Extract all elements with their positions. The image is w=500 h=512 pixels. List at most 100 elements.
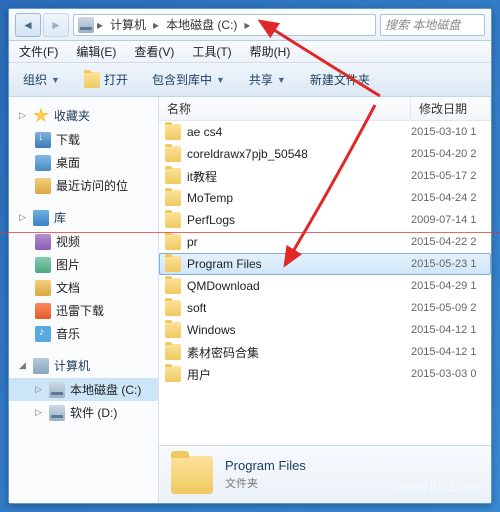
- search-input[interactable]: 搜索 本地磁盘: [380, 14, 485, 36]
- file-date: 2015-04-24 2: [411, 192, 485, 204]
- share-button[interactable]: 共享▼: [243, 68, 292, 91]
- chevron-right-icon: ▸: [152, 18, 160, 32]
- details-type: 文件夹: [225, 475, 306, 491]
- folder-icon: [165, 124, 181, 140]
- file-date: 2015-05-09 2: [411, 302, 485, 314]
- organize-button[interactable]: 组织▼: [17, 68, 66, 91]
- new-folder-button[interactable]: 新建文件夹: [304, 68, 376, 91]
- column-date[interactable]: 修改日期: [411, 97, 491, 120]
- file-row[interactable]: 用户 2015-03-03 0: [159, 363, 491, 385]
- sidebar-item-pictures[interactable]: 图片: [9, 253, 158, 276]
- include-library-button[interactable]: 包含到库中▼: [146, 68, 231, 91]
- file-row[interactable]: PerfLogs 2009-07-14 1: [159, 209, 491, 231]
- sidebar-libraries-header[interactable]: ▷库: [9, 205, 158, 230]
- sidebar: ▷收藏夹 下载 桌面 最近访问的位 ▷库 视频 图片 文档 迅雷下载 音乐 ◢计…: [9, 97, 159, 503]
- nav-forward-button[interactable]: ►: [43, 13, 69, 37]
- folder-icon: [165, 300, 181, 316]
- file-date: 2015-04-12 1: [411, 324, 485, 336]
- menu-file[interactable]: 文件(F): [15, 41, 62, 62]
- file-name: coreldrawx7pjb_50548: [187, 147, 308, 161]
- file-name: Windows: [187, 323, 236, 337]
- drive-icon: [78, 17, 94, 33]
- file-name: PerfLogs: [187, 213, 235, 227]
- drive-icon: [49, 382, 65, 398]
- sidebar-computer-header[interactable]: ◢计算机: [9, 353, 158, 378]
- file-row[interactable]: it教程 2015-05-17 2: [159, 165, 491, 187]
- menu-bar: 文件(F) 编辑(E) 查看(V) 工具(T) 帮助(H): [9, 41, 491, 63]
- folder-icon: [165, 344, 181, 360]
- menu-help[interactable]: 帮助(H): [246, 41, 295, 62]
- document-icon: [35, 280, 51, 296]
- sidebar-item-drive-c[interactable]: ▷本地磁盘 (C:): [9, 378, 158, 401]
- file-date: 2015-04-22 2: [411, 236, 485, 248]
- sidebar-item-downloads[interactable]: 下载: [9, 128, 158, 151]
- menu-tools[interactable]: 工具(T): [188, 41, 235, 62]
- file-name: QMDownload: [187, 279, 260, 293]
- library-icon: [33, 210, 49, 226]
- file-row[interactable]: MoTemp 2015-04-24 2: [159, 187, 491, 209]
- chevron-right-icon: ▸: [243, 18, 251, 32]
- sidebar-item-music[interactable]: 音乐: [9, 322, 158, 345]
- drive-icon: [49, 405, 65, 421]
- file-row[interactable]: coreldrawx7pjb_50548 2015-04-20 2: [159, 143, 491, 165]
- file-name: 素材密码合集: [187, 344, 259, 361]
- file-name: 用户: [187, 366, 211, 383]
- desktop-icon: [35, 155, 51, 171]
- breadcrumb-computer[interactable]: 计算机: [106, 16, 150, 33]
- file-date: 2015-04-12 1: [411, 346, 485, 358]
- file-name: pr: [187, 235, 198, 249]
- folder-icon-large: [171, 456, 213, 494]
- toolbar: 组织▼ 打开 包含到库中▼ 共享▼ 新建文件夹: [9, 63, 491, 97]
- file-date: 2015-03-03 0: [411, 368, 485, 380]
- file-list: ae cs42015-03-10 1 coreldrawx7pjb_50548 20…: [159, 121, 491, 445]
- file-name: Program Files: [187, 257, 262, 271]
- computer-icon: [33, 358, 49, 374]
- sidebar-favorites-header[interactable]: ▷收藏夹: [9, 103, 158, 128]
- sidebar-item-recent[interactable]: 最近访问的位: [9, 174, 158, 197]
- file-name: MoTemp: [187, 191, 233, 205]
- file-row[interactable]: Windows 2015-04-12 1: [159, 319, 491, 341]
- sidebar-item-drive-d[interactable]: ▷软件 (D:): [9, 401, 158, 424]
- folder-icon: [165, 212, 181, 228]
- folder-icon: [165, 146, 181, 162]
- folder-icon: [84, 72, 100, 88]
- breadcrumb-drive[interactable]: 本地磁盘 (C:): [162, 16, 241, 33]
- folder-icon: [165, 168, 181, 184]
- sidebar-item-videos[interactable]: 视频: [9, 230, 158, 253]
- file-row[interactable]: 素材密码合集 2015-04-12 1: [159, 341, 491, 363]
- download-icon: [35, 132, 51, 148]
- sidebar-item-thunder[interactable]: 迅雷下载: [9, 299, 158, 322]
- nav-back-button[interactable]: ◄: [15, 13, 41, 37]
- music-icon: [35, 326, 51, 342]
- folder-icon: [165, 190, 181, 206]
- file-row[interactable]: pr 2015-04-22 2: [159, 231, 491, 253]
- file-date: 2009-07-14 1: [411, 214, 485, 226]
- recent-icon: [35, 178, 51, 194]
- picture-icon: [35, 257, 51, 273]
- file-date: 2015-05-23 1: [411, 258, 485, 270]
- file-name: soft: [187, 301, 206, 315]
- file-row[interactable]: QMDownload 2015-04-29 1: [159, 275, 491, 297]
- file-row[interactable]: Program Files 2015-05-23 1: [159, 253, 491, 275]
- folder-icon: [165, 278, 181, 294]
- file-row[interactable]: ae cs42015-03-10 1: [159, 121, 491, 143]
- sidebar-item-desktop[interactable]: 桌面: [9, 151, 158, 174]
- file-date: 2015-03-10 1: [411, 126, 485, 138]
- file-row[interactable]: soft 2015-05-09 2: [159, 297, 491, 319]
- column-name[interactable]: 名称: [159, 97, 411, 120]
- file-date: 2015-04-29 1: [411, 280, 485, 292]
- menu-view[interactable]: 查看(V): [130, 41, 178, 62]
- details-pane: Program Files 文件夹: [159, 445, 491, 503]
- address-bar: ◄ ► ▸ 计算机 ▸ 本地磁盘 (C:) ▸ 搜索 本地磁盘: [9, 9, 491, 41]
- sidebar-item-documents[interactable]: 文档: [9, 276, 158, 299]
- video-icon: [35, 234, 51, 250]
- details-name: Program Files: [225, 458, 306, 473]
- folder-icon: [165, 322, 181, 338]
- file-date: 2015-04-20 2: [411, 148, 485, 160]
- file-name: it教程: [187, 168, 217, 185]
- menu-edit[interactable]: 编辑(E): [72, 41, 120, 62]
- breadcrumb[interactable]: ▸ 计算机 ▸ 本地磁盘 (C:) ▸: [73, 14, 376, 36]
- file-date: 2015-05-17 2: [411, 170, 485, 182]
- folder-icon: [165, 366, 181, 382]
- open-button[interactable]: 打开: [78, 68, 134, 91]
